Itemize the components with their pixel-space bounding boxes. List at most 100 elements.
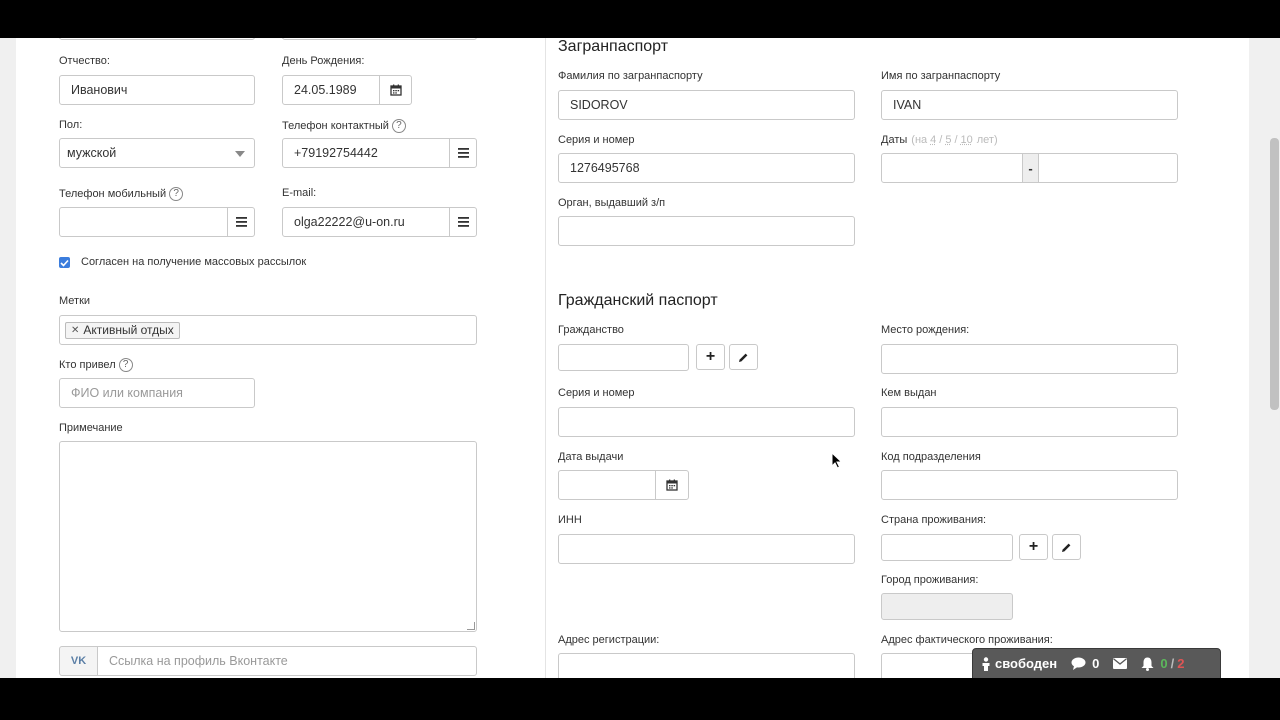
fp-dates-5-years-link[interactable]: 5 <box>945 134 951 146</box>
chevron-down-icon <box>235 151 245 157</box>
fp-issuer-input[interactable] <box>558 216 855 246</box>
foreign-passport-title: Загранпаспорт <box>558 38 669 55</box>
help-icon[interactable]: ? <box>118 358 133 372</box>
fp-name-input[interactable]: IVAN <box>881 90 1178 120</box>
bell-icon <box>1141 657 1154 671</box>
plus-icon: + <box>705 348 716 365</box>
cp-series-input[interactable] <box>558 407 855 437</box>
fp-date-to-input[interactable] <box>1038 153 1178 183</box>
envelope-icon <box>1113 658 1128 669</box>
birthday-label: День Рождения: <box>282 55 365 67</box>
fp-date-from-input[interactable] <box>881 153 1023 183</box>
pencil-icon <box>1062 543 1071 552</box>
cp-inn-label: ИНН <box>558 514 582 526</box>
status-bar: свободен 0 0 / 2 <box>972 648 1221 678</box>
cp-country-label: Страна проживания: <box>881 514 987 526</box>
cp-country-add-button[interactable]: + <box>1019 534 1048 560</box>
user-status[interactable]: свободен <box>981 656 1057 671</box>
column-divider <box>545 38 546 678</box>
note-textarea[interactable] <box>59 441 477 632</box>
messages-counter[interactable]: 0 <box>1071 656 1099 671</box>
calendar-icon <box>389 84 402 96</box>
birthday-input[interactable]: 24.05.1989 <box>282 75 380 105</box>
vk-profile-input[interactable]: Ссылка на профиль Вконтакте <box>97 646 477 676</box>
birthday-calendar-button[interactable] <box>379 75 412 105</box>
cp-issued-by-input[interactable] <box>881 407 1178 437</box>
phone-contact-label-text: Телефон контактный <box>282 120 389 132</box>
phone-contact-input[interactable]: +79192754442 <box>282 138 450 168</box>
gender-value: мужской <box>67 146 117 160</box>
cp-country-edit-button[interactable] <box>1052 534 1081 560</box>
fp-dates-hint-suffix: лет) <box>976 134 998 146</box>
name-input[interactable] <box>59 38 255 40</box>
civil-passport-title: Гражданский паспорт <box>558 292 718 309</box>
tags-label: Метки <box>59 295 91 307</box>
cp-citizenship-edit-button[interactable] <box>729 344 758 370</box>
cp-issue-date-label: Дата выдачи <box>558 451 624 463</box>
cp-issue-date-calendar-button[interactable] <box>655 470 689 500</box>
gender-label: Пол: <box>59 119 83 131</box>
scrollbar-thumb[interactable] <box>1270 138 1279 410</box>
fp-dates-hint-sep: / <box>939 134 943 146</box>
cp-reg-address-label: Адрес регистрации: <box>558 634 660 646</box>
cp-citizenship-input[interactable] <box>558 344 689 371</box>
fp-series-label: Серия и номер <box>558 134 635 146</box>
phone-mobile-label-text: Телефон мобильный <box>59 188 167 200</box>
mail-button[interactable] <box>1113 658 1128 669</box>
chat-icon <box>1071 657 1086 670</box>
cp-reg-address-input[interactable] <box>558 653 855 678</box>
email-input[interactable]: olga22222@u-on.ru <box>282 207 450 237</box>
fp-dates-hint-sep: / <box>954 134 958 146</box>
phone-mobile-label: Телефон мобильный ? <box>59 187 184 201</box>
plus-icon: + <box>1028 538 1039 555</box>
cp-citizenship-label: Гражданство <box>558 324 624 336</box>
cp-issue-date-input[interactable] <box>558 470 656 500</box>
patronymic-label: Отчество: <box>59 55 110 67</box>
scrollbar-track[interactable] <box>1269 38 1280 678</box>
fp-dates-label: Даты (на 4 / 5 / 10 лет) <box>881 134 998 146</box>
cp-inn-input[interactable] <box>558 534 855 564</box>
referrer-label-text: Кто привел <box>59 359 116 371</box>
fp-dates-label-text: Даты <box>881 134 908 146</box>
cp-city-input[interactable] <box>881 593 1013 620</box>
gender-select[interactable]: мужской <box>59 138 255 168</box>
email-menu-button[interactable] <box>449 207 477 237</box>
notifications-counter[interactable]: 0 / 2 <box>1141 656 1184 671</box>
fp-series-input[interactable]: 1276495768 <box>558 153 855 183</box>
list-icon <box>457 148 469 158</box>
notifications-done: 0 <box>1160 656 1168 671</box>
fp-dates-4-years-link[interactable]: 4 <box>930 134 936 146</box>
email-label: E-mail: <box>282 187 317 199</box>
resize-handle-icon[interactable] <box>467 622 475 630</box>
cp-birthplace-input[interactable] <box>881 344 1178 374</box>
remove-tag-icon[interactable]: ✕ <box>71 325 79 336</box>
first-name-input[interactable] <box>282 38 477 40</box>
tags-input[interactable]: ✕ Активный отдых <box>59 315 477 345</box>
referrer-input[interactable]: ФИО или компания <box>59 378 255 408</box>
viewport: Отчество: Иванович День Рождения: 24.05.… <box>0 38 1280 678</box>
fp-surname-label: Фамилия по загранпаспорту <box>558 70 703 82</box>
mailing-consent-label[interactable]: Согласен на получение массовых рассылок <box>81 256 306 268</box>
patronymic-input[interactable]: Иванович <box>59 75 255 105</box>
cp-division-code-input[interactable] <box>881 470 1178 500</box>
note-label: Примечание <box>59 422 123 434</box>
cp-country-input[interactable] <box>881 534 1013 561</box>
help-icon[interactable]: ? <box>391 119 406 133</box>
cp-birthplace-label: Место рождения: <box>881 324 970 336</box>
messages-count: 0 <box>1092 656 1100 671</box>
cp-actual-address-label: Адрес фактического проживания: <box>881 634 1053 646</box>
notifications-total: 2 <box>1177 656 1185 671</box>
cp-citizenship-add-button[interactable]: + <box>696 344 725 370</box>
vk-icon: VK <box>59 646 98 676</box>
phone-mobile-menu-button[interactable] <box>227 207 255 237</box>
fp-surname-input[interactable]: SIDOROV <box>558 90 855 120</box>
mailing-consent-checkbox[interactable] <box>59 257 70 268</box>
phone-contact-menu-button[interactable] <box>449 138 477 168</box>
person-icon <box>982 656 990 671</box>
user-status-text: свободен <box>995 656 1058 671</box>
cp-division-code-label: Код подразделения <box>881 451 981 463</box>
phone-mobile-input[interactable] <box>59 207 228 237</box>
tag-chip: ✕ Активный отдых <box>65 321 180 339</box>
fp-dates-10-years-link[interactable]: 10 <box>961 134 973 146</box>
help-icon[interactable]: ? <box>169 187 184 201</box>
